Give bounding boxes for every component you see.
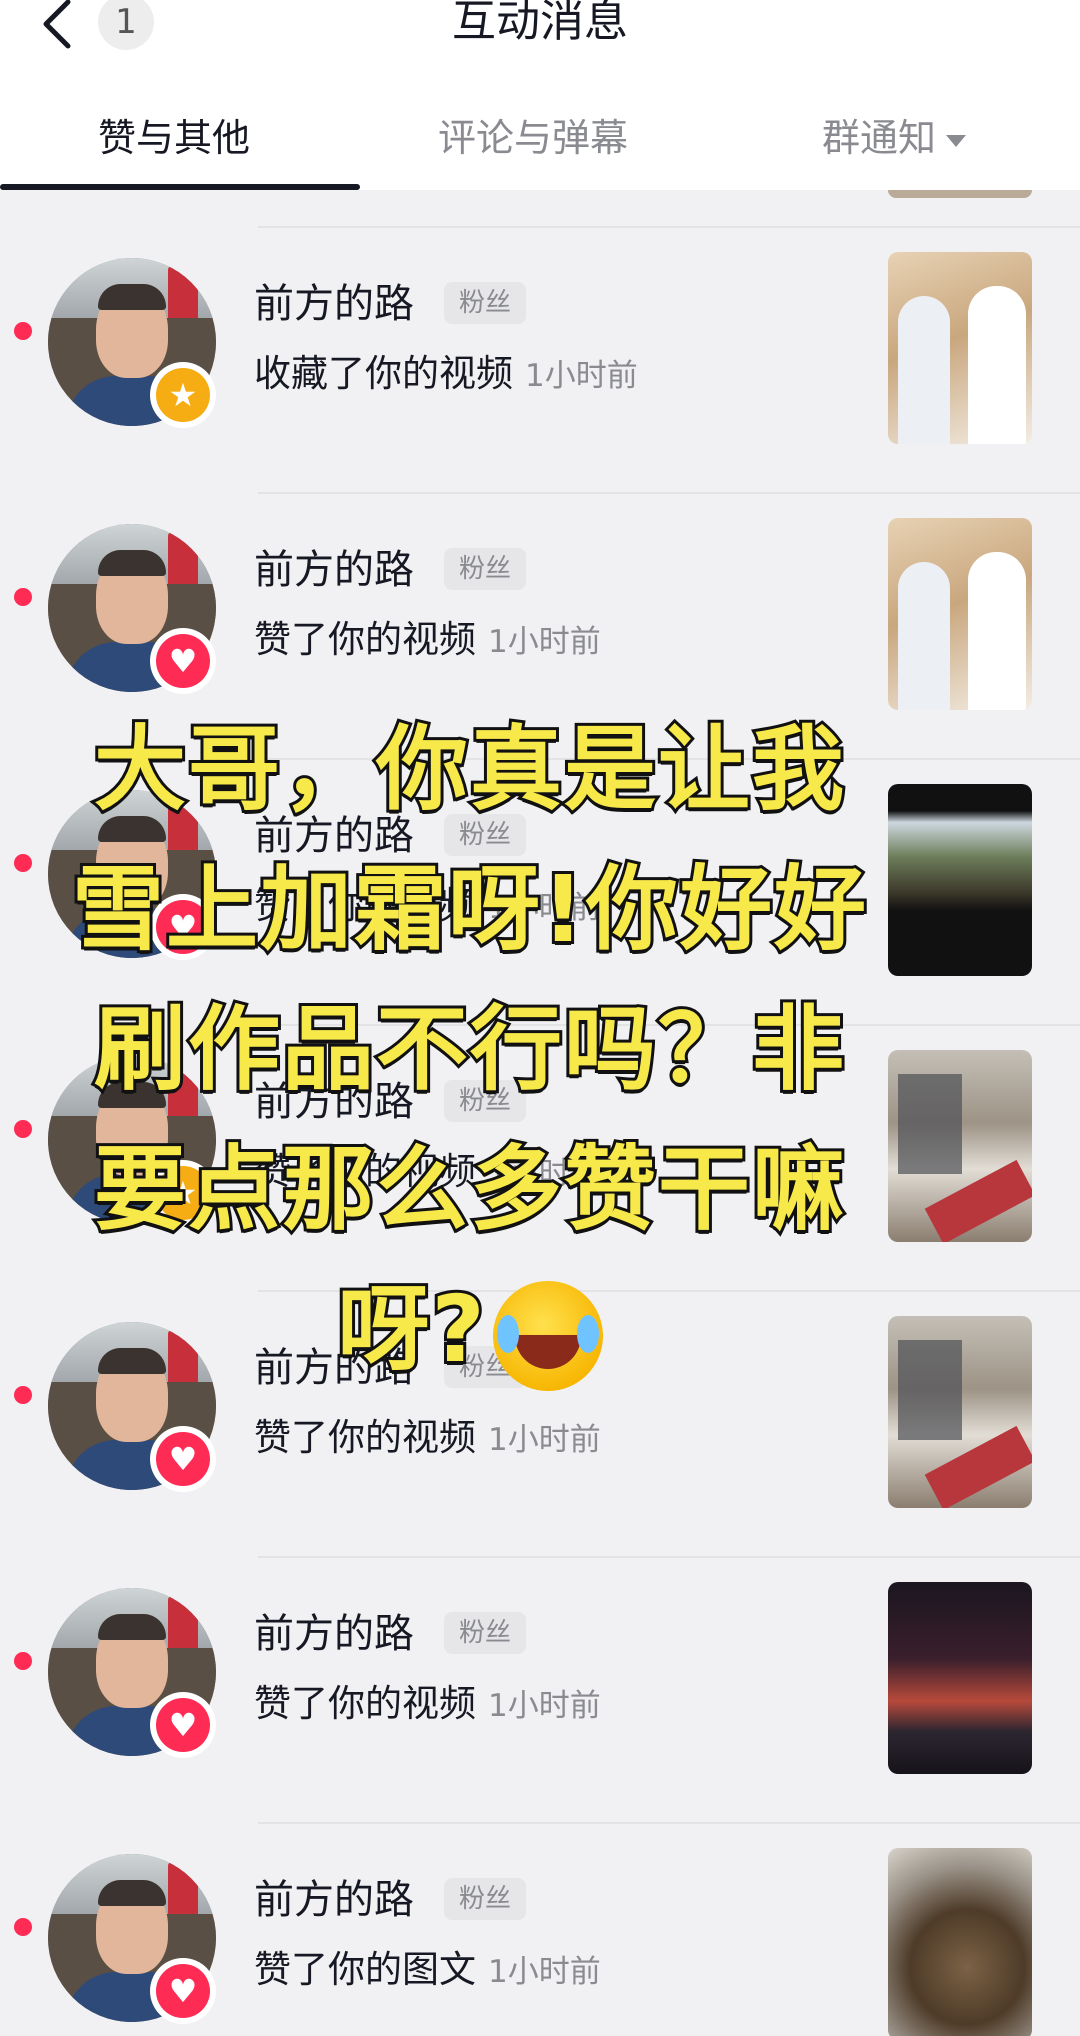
heart-icon: ♥ bbox=[156, 634, 210, 688]
timestamp: 1小时前 bbox=[488, 624, 601, 660]
fan-tag: 粉丝 bbox=[444, 1612, 526, 1654]
like-badge: ♥ bbox=[150, 1692, 216, 1758]
heart-icon: ♥ bbox=[156, 1698, 210, 1752]
top-bar: 1 互动消息 赞与其他 评论与弹幕 群通知 bbox=[0, 0, 1080, 190]
unread-dot bbox=[14, 322, 32, 340]
timestamp: 1小时前 bbox=[488, 1954, 601, 1990]
notification-row[interactable]: ♥ 前方的路 粉丝赞了你的视频 1小时前 bbox=[0, 1558, 1080, 1824]
username[interactable]: 前方的路 bbox=[254, 1606, 414, 1662]
video-thumbnail[interactable] bbox=[888, 784, 1032, 976]
tab-label: 群通知 bbox=[822, 116, 937, 160]
notification-row[interactable]: ★ 前方的路 粉丝收藏了你的视频 1小时前 bbox=[0, 228, 1080, 494]
fan-tag: 粉丝 bbox=[444, 548, 526, 590]
like-badge: ♥ bbox=[150, 1958, 216, 2024]
tab-bar: 赞与其他 评论与弹幕 群通知 bbox=[0, 98, 1080, 178]
heart-icon: ♥ bbox=[156, 1432, 210, 1486]
unread-dot bbox=[14, 1652, 32, 1670]
tab-label: 赞与其他 bbox=[98, 116, 251, 160]
action-text: 赞了你的图文 1小时前 bbox=[254, 1942, 601, 2000]
caption-line: 刷作品不行吗？非 bbox=[91, 993, 847, 1106]
video-thumbnail[interactable] bbox=[888, 518, 1032, 710]
laughing-tears-emoji-icon bbox=[492, 1280, 603, 1391]
action-label: 赞了你的视频 bbox=[254, 618, 476, 661]
unread-dot bbox=[14, 854, 32, 872]
caption-line: 雪上加霜呀!你好好 bbox=[69, 853, 869, 966]
caption-line-text: 呀? bbox=[334, 1273, 487, 1386]
action-text: 收藏了你的视频 1小时前 bbox=[254, 346, 638, 404]
timestamp: 1小时前 bbox=[525, 358, 638, 394]
video-thumbnail[interactable] bbox=[888, 252, 1032, 444]
unread-dot bbox=[14, 1120, 32, 1138]
username[interactable]: 前方的路 bbox=[254, 542, 414, 598]
fan-tag: 粉丝 bbox=[444, 1878, 526, 1920]
tab-label: 评论与弹幕 bbox=[438, 116, 629, 160]
tab-likes-and-others[interactable]: 赞与其他 bbox=[98, 98, 250, 178]
caret-down-icon bbox=[946, 134, 967, 147]
active-tab-indicator bbox=[0, 184, 360, 190]
like-badge: ♥ bbox=[150, 1426, 216, 1492]
action-text: 赞了你的视频 1小时前 bbox=[254, 1410, 601, 1468]
like-badge: ♥ bbox=[150, 628, 216, 694]
action-label: 赞了你的图文 bbox=[254, 1948, 476, 1991]
star-icon: ★ bbox=[156, 368, 210, 422]
username[interactable]: 前方的路 bbox=[254, 1872, 414, 1928]
video-thumbnail[interactable] bbox=[888, 1050, 1032, 1242]
unread-dot bbox=[14, 1918, 32, 1936]
unread-dot bbox=[14, 588, 32, 606]
timestamp: 1小时前 bbox=[488, 1688, 601, 1724]
video-thumbnail[interactable] bbox=[888, 1582, 1032, 1774]
caption-line: 大哥，你真是让我 bbox=[91, 713, 847, 826]
username[interactable]: 前方的路 bbox=[254, 276, 414, 332]
overlay-caption: 大哥，你真是让我 雪上加霜呀!你好好 刷作品不行吗？非 要点那么多赞干嘛 呀? bbox=[40, 700, 900, 1400]
tab-comments-and-danmaku[interactable]: 评论与弹幕 bbox=[438, 98, 628, 178]
caption-line: 呀? bbox=[40, 1260, 900, 1400]
fan-tag: 粉丝 bbox=[444, 282, 526, 324]
heart-icon: ♥ bbox=[156, 1964, 210, 2018]
action-label: 赞了你的视频 bbox=[254, 1682, 476, 1725]
tab-group-notifications[interactable]: 群通知 bbox=[822, 98, 967, 178]
interaction-messages-screen: 1 互动消息 赞与其他 评论与弹幕 群通知 ★ 前方的路 粉丝 收藏了你的视频 1小时前… bbox=[0, 0, 1080, 2036]
action-text: 赞了你的视频 1小时前 bbox=[254, 1676, 601, 1734]
action-label: 赞了你的视频 bbox=[254, 1416, 476, 1459]
action-text: 赞了你的视频 1小时前 bbox=[254, 612, 601, 670]
timestamp: 1小时前 bbox=[488, 1422, 601, 1458]
video-thumbnail[interactable] bbox=[888, 1316, 1032, 1508]
video-thumbnail[interactable] bbox=[888, 1848, 1032, 2036]
unread-dot bbox=[14, 1386, 32, 1404]
caption-line: 要点那么多赞干嘛 bbox=[91, 1133, 847, 1246]
page-title: 互动消息 bbox=[452, 0, 628, 47]
action-label: 收藏了你的视频 bbox=[254, 352, 513, 395]
favorite-badge: ★ bbox=[150, 362, 216, 428]
notification-row[interactable]: ♥ 前方的路 粉丝赞了你的图文 1小时前 bbox=[0, 1824, 1080, 2036]
